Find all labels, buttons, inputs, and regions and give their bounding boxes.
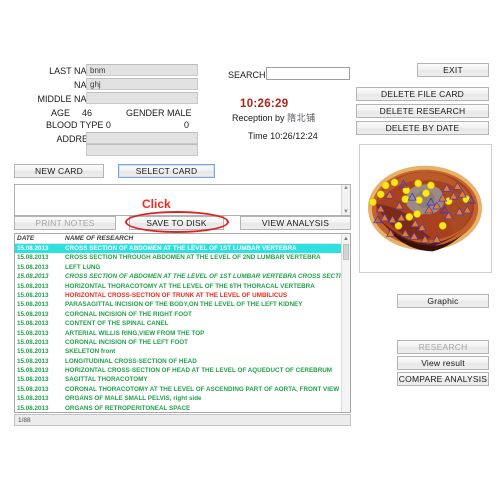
row-research-name: CROSS SECTION OF ABDOMEN AT THE LEVEL OF…	[65, 272, 350, 281]
gender-label: GENDER MALE	[126, 108, 216, 118]
column-header-date: DATE	[17, 235, 65, 242]
row-research-name: CORONAL INCISION OF THE RIGHT FOOT	[65, 310, 350, 319]
row-research-name: SAGITTAL THORACOTOMY	[65, 375, 350, 384]
delete-by-date-button[interactable]: DELETE BY DATE	[356, 121, 489, 135]
gender-extra-value: 0	[184, 120, 204, 130]
in-input[interactable]	[86, 144, 198, 156]
search-input[interactable]	[266, 67, 350, 80]
row-research-name: CROSS SECTION OF ABDOMEN AT THE LEVEL OF…	[65, 244, 350, 253]
row-research-name: LONGITUDINAL CROSS-SECTION OF HEAD	[65, 357, 350, 366]
reception-user: 隋北铺	[287, 113, 316, 123]
table-row[interactable]: 15.08.2013CROSS SECTION THROUGH ABDOMEN …	[15, 253, 350, 262]
age-label: AGE	[30, 108, 70, 118]
graphic-button[interactable]: Graphic	[397, 294, 489, 308]
table-row[interactable]: 15.08.2013PARASAGITTAL INCISION OF THE B…	[15, 300, 350, 309]
print-notes-button[interactable]: PRINT NOTES	[14, 216, 116, 230]
row-date: 15.08.2013	[17, 272, 65, 281]
row-research-name: ARTERIAL WILLIS RING,VIEW FROM THE TOP	[65, 329, 350, 338]
row-research-name: LEFT LUNG	[65, 263, 350, 272]
row-research-name: HORIZONTAL CROSS-SECTION OF HEAD AT THE …	[65, 366, 350, 375]
row-research-name: HORIZONTAL THORACOTOMY AT THE LEVEL OF T…	[65, 282, 350, 291]
row-research-name: HORIZONTAL CROSS-SECTION OF TRUNK AT THE…	[65, 291, 350, 300]
clock-display: 10:26:29	[240, 98, 288, 110]
application-window: LAST NAME bnm NAME ghj MIDDLE NAME AGE 4…	[0, 0, 500, 500]
table-row[interactable]: 15.08.2013LONGITUDINAL CROSS-SECTION OF …	[15, 357, 350, 366]
row-date: 15.08.2013	[17, 253, 65, 262]
table-row[interactable]: 15.08.2013CROSS SECTION OF ABDOMEN AT TH…	[15, 244, 350, 253]
compare-analysis-button[interactable]: COMPARE ANALYSIS	[397, 372, 489, 386]
row-research-name: CORONAL INCISION OF THE LEFT FOOT	[65, 338, 350, 347]
row-date: 15.08.2013	[17, 310, 65, 319]
age-value: 46	[82, 108, 112, 118]
reception-prefix: Reception by	[232, 113, 285, 123]
table-row[interactable]: 15.08.2013ORGANS OF RETROPERITONEAL SPAC…	[15, 404, 350, 413]
scrollbar-thumb[interactable]	[343, 244, 349, 260]
row-research-name: ORGANS OF RETROPERITONEAL SPACE	[65, 404, 350, 413]
row-date: 15.08.2013	[17, 394, 65, 403]
notes-scrollbar[interactable]: ▲ ▼	[341, 185, 350, 215]
exit-button[interactable]: EXIT	[417, 63, 489, 77]
row-date: 15.08.2013	[17, 300, 65, 309]
row-research-name: ORGANS OF MALE SMALL PELVIS, right side	[65, 394, 350, 403]
table-row[interactable]: 15.08.2013CORONAL INCISION OF THE LEFT F…	[15, 338, 350, 347]
new-card-button[interactable]: NEW CARD	[14, 164, 104, 178]
row-date: 15.08.2013	[17, 357, 65, 366]
last-name-input[interactable]: bnm	[86, 64, 198, 76]
scroll-down-icon[interactable]: ▼	[343, 209, 349, 215]
research-table[interactable]: DATE NAME OF RESEARCH 15.08.2013CROSS SE…	[14, 233, 351, 413]
scroll-up-icon[interactable]: ▲	[342, 234, 350, 243]
row-research-name: CONTENT OF THE SPINAL CANEL	[65, 319, 350, 328]
table-body[interactable]: 15.08.2013CROSS SECTION OF ABDOMEN AT TH…	[15, 244, 350, 413]
name-input[interactable]: ghj	[86, 78, 198, 90]
research-button[interactable]: RESEARCH	[397, 340, 489, 354]
blood-type-label: BLOOD TYPE 0	[46, 120, 156, 130]
table-row[interactable]: 15.08.2013ARTERIAL WILLIS RING,VIEW FROM…	[15, 329, 350, 338]
row-date: 15.08.2013	[17, 404, 65, 413]
table-row[interactable]: 15.08.2013HORIZONTAL CROSS-SECTION OF HE…	[15, 366, 350, 375]
table-header-row: DATE NAME OF RESEARCH	[15, 234, 350, 244]
middle-name-input[interactable]	[86, 92, 198, 104]
row-research-name: PARASAGITTAL INCISION OF THE BODY,ON THE…	[65, 300, 350, 309]
table-row[interactable]: 15.08.2013HORIZONTAL THORACOTOMY AT THE …	[15, 282, 350, 291]
row-date: 15.08.2013	[17, 347, 65, 356]
table-row[interactable]: 15.08.2013SKELETON front	[15, 347, 350, 356]
address-input[interactable]	[86, 132, 198, 144]
table-row[interactable]: 15.08.2013CORONAL INCISION OF THE RIGHT …	[15, 310, 350, 319]
table-row[interactable]: 15.08.2013CONTENT OF THE SPINAL CANEL	[15, 319, 350, 328]
view-result-button[interactable]: View result	[397, 356, 489, 370]
row-date: 15.08.2013	[17, 366, 65, 375]
row-date: 15.08.2013	[17, 338, 65, 347]
row-research-name: CORONAL THORACOTOMY AT THE LEVEL OF ASCE…	[65, 385, 350, 394]
row-date: 15.08.2013	[17, 282, 65, 291]
anatomical-scan-image[interactable]	[359, 144, 492, 273]
save-to-disk-button[interactable]: SAVE TO DISK	[129, 216, 224, 230]
table-row[interactable]: 15.08.2013SAGITTAL THORACOTOMY	[15, 375, 350, 384]
click-annotation: Click	[142, 197, 171, 211]
notes-textarea[interactable]: ▲ ▼	[14, 184, 351, 216]
table-row[interactable]: 15.08.2013CORONAL THORACOTOMY AT THE LEV…	[15, 385, 350, 394]
row-research-name: SKELETON front	[65, 347, 350, 356]
scroll-up-icon[interactable]: ▲	[343, 185, 349, 191]
row-date: 15.08.2013	[17, 385, 65, 394]
row-date: 15.08.2013	[17, 329, 65, 338]
column-header-name: NAME OF RESEARCH	[65, 235, 350, 242]
row-date: 15.08.2013	[17, 375, 65, 384]
select-card-button[interactable]: SELECT CARD	[118, 164, 215, 178]
time-line: Time 10:26/12:24	[248, 131, 318, 141]
view-analysis-button[interactable]: VIEW ANALYSIS	[240, 216, 351, 230]
row-date: 15.08.2013	[17, 263, 65, 272]
row-date: 15.08.2013	[17, 319, 65, 328]
row-date: 15.08.2013	[17, 291, 65, 300]
table-row[interactable]: 15.08.2013CROSS SECTION OF ABDOMEN AT TH…	[15, 272, 350, 281]
delete-file-card-button[interactable]: DELETE FILE CARD	[356, 87, 489, 101]
table-row[interactable]: 15.08.2013HORIZONTAL CROSS-SECTION OF TR…	[15, 291, 350, 300]
row-research-name: CROSS SECTION THROUGH ABDOMEN AT THE LEV…	[65, 253, 350, 262]
delete-research-button[interactable]: DELETE RESEARCH	[356, 104, 489, 118]
table-row[interactable]: 15.08.2013ORGANS OF MALE SMALL PELVIS, r…	[15, 394, 350, 403]
table-row[interactable]: 15.08.2013LEFT LUNG	[15, 263, 350, 272]
reception-line: Reception by 隋北铺	[232, 111, 316, 124]
row-date: 15.08.2013	[17, 244, 65, 253]
table-scrollbar[interactable]: ▲	[341, 234, 350, 412]
page-indicator: 1/88	[14, 414, 351, 426]
